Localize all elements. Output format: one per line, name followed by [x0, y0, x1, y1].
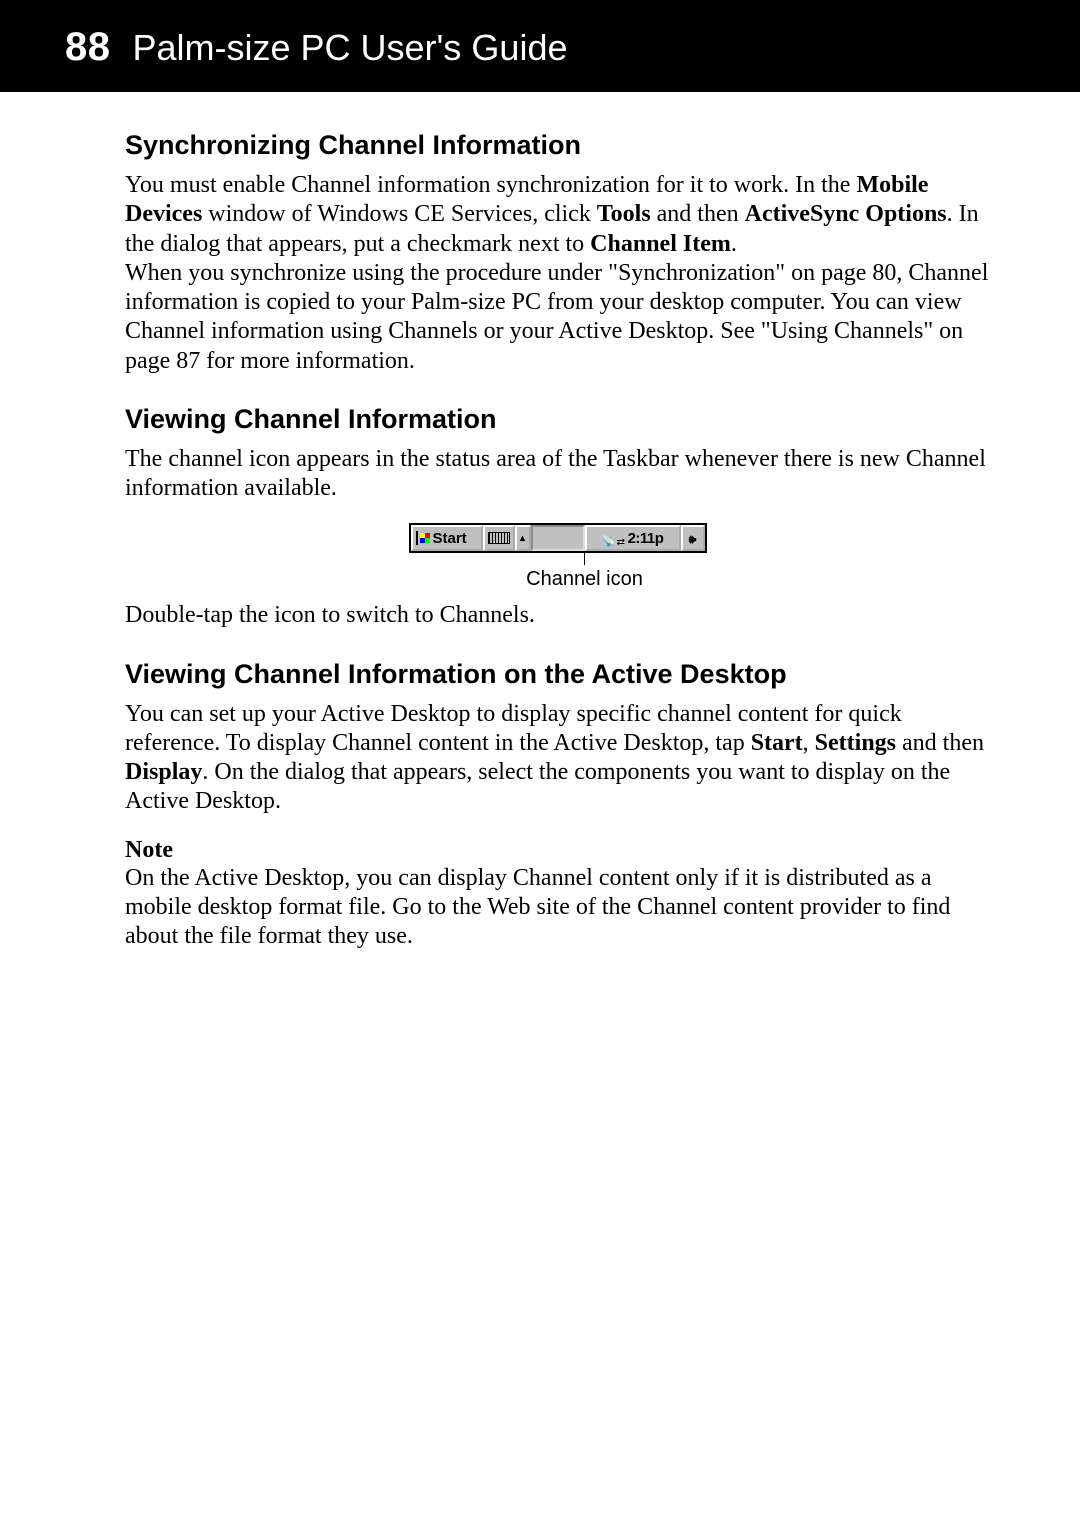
text: window of Windows CE Services, click — [202, 201, 597, 227]
callout-line — [584, 553, 585, 565]
desktop-button[interactable] — [681, 525, 705, 551]
windows-icon — [416, 531, 430, 545]
paragraph-double-tap: Double-tap the icon to switch to Channel… — [125, 601, 990, 630]
paragraph-sync-channel-info: You must enable Channel information sync… — [125, 171, 990, 376]
figure-caption: Channel icon — [152, 568, 1017, 591]
paragraph-active-desktop: You can set up your Active Desktop to di… — [125, 700, 990, 817]
system-tray[interactable]: 2:11p — [585, 525, 681, 551]
taskbar-spacer — [531, 525, 585, 551]
book-title: Palm-size PC User's Guide — [133, 27, 568, 69]
page-header: 88 Palm-size PC User's Guide — [0, 0, 1080, 92]
bold-settings: Settings — [815, 730, 896, 756]
heading-viewing-on-active-desktop: Viewing Channel Information on the Activ… — [125, 659, 990, 690]
desktop-icon — [689, 530, 697, 547]
bold-start: Start — [751, 730, 803, 756]
figure-taskbar: Start 2:11p Channel icon — [125, 523, 990, 591]
text: and then — [651, 201, 745, 227]
text: , — [803, 730, 815, 756]
taskbar: Start 2:11p — [409, 523, 707, 553]
page-content: Synchronizing Channel Information You mu… — [0, 92, 1080, 952]
text: and then — [896, 730, 984, 756]
bold-tools: Tools — [597, 201, 651, 227]
text: When you synchronize using the procedure… — [125, 260, 988, 374]
clock-text: 2:11p — [628, 530, 664, 547]
heading-viewing-channel-info: Viewing Channel Information — [125, 404, 990, 435]
page-number: 88 — [65, 25, 111, 70]
text: . — [731, 231, 737, 257]
text: You must enable Channel information sync… — [125, 172, 856, 198]
bold-channel-item: Channel Item — [590, 231, 731, 257]
note-body: On the Active Desktop, you can display C… — [125, 864, 990, 952]
text: . On the dialog that appears, select the… — [125, 759, 950, 814]
paragraph-channel-icon-desc: The channel icon appears in the status a… — [125, 445, 990, 504]
up-arrow-button[interactable] — [515, 525, 531, 551]
satellite-icon — [602, 532, 614, 544]
bold-display: Display — [125, 759, 202, 785]
keyboard-button[interactable] — [483, 525, 515, 551]
heading-sync-channel-info: Synchronizing Channel Information — [125, 130, 990, 161]
bold-activesync-options: ActiveSync Options — [745, 201, 947, 227]
channel-icon — [615, 532, 627, 544]
start-button[interactable]: Start — [411, 525, 483, 551]
start-label: Start — [433, 530, 467, 547]
keyboard-icon — [488, 532, 510, 544]
note-label: Note — [125, 837, 990, 864]
page: 88 Palm-size PC User's Guide Synchronizi… — [0, 0, 1080, 1529]
